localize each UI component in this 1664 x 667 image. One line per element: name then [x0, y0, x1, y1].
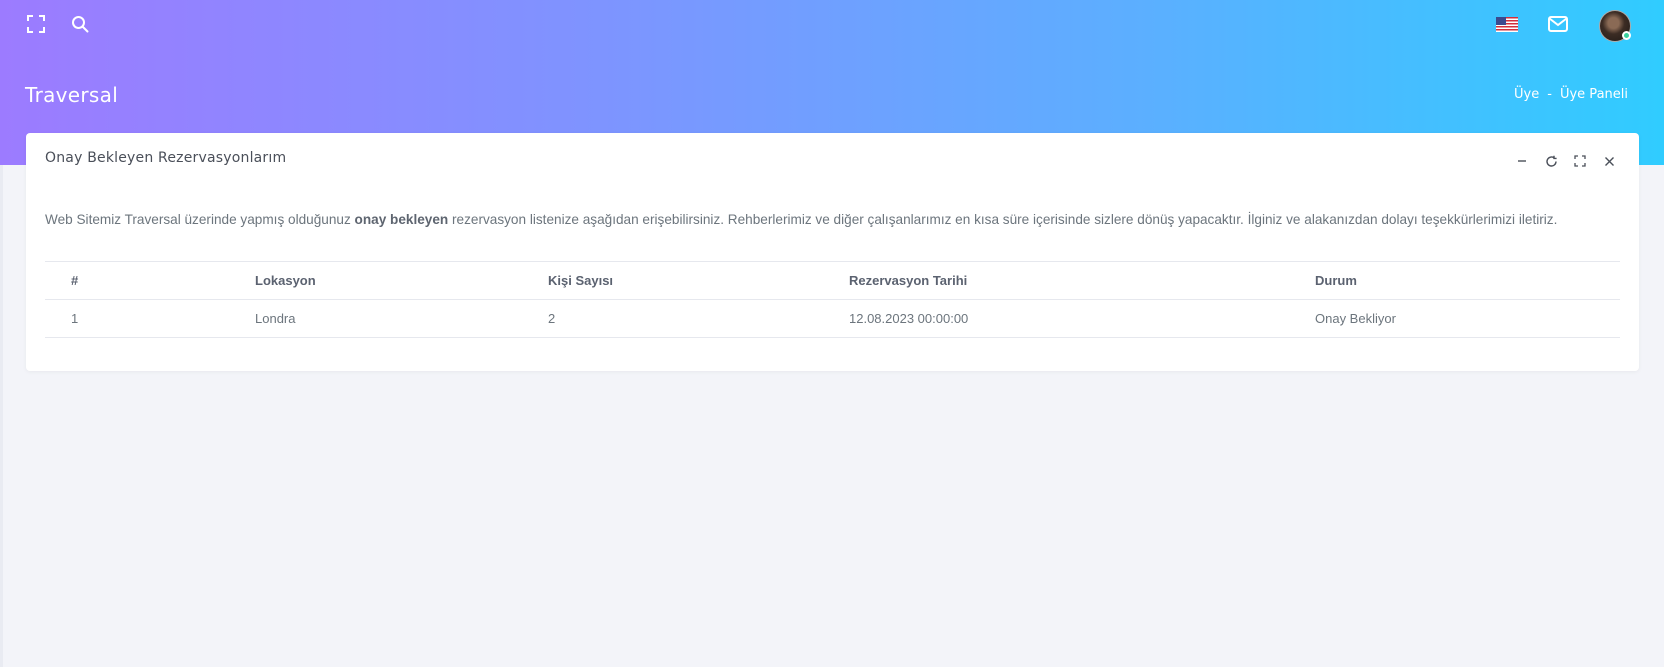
refresh-card-button[interactable] [1543, 153, 1559, 169]
breadcrumb-item-uye-paneli[interactable]: Üye Paneli [1560, 87, 1628, 102]
description-highlight: onay bekleyen [354, 212, 449, 227]
breadcrumb: Üye - Üye Paneli [1514, 87, 1628, 102]
search-button[interactable] [68, 12, 92, 36]
column-header-reservation-date: Rezervasyon Tarihi [823, 261, 1289, 300]
table-header-row: # Lokasyon Kişi Sayısı Rezervasyon Tarih… [45, 261, 1620, 300]
description-text-start: Web Sitemiz Traversal üzerinde yapmış ol… [45, 212, 355, 227]
mail-button[interactable] [1547, 13, 1569, 35]
user-avatar [1599, 10, 1631, 42]
cell-person-count: 2 [522, 299, 823, 338]
mail-icon [1548, 16, 1568, 32]
expand-icon [1574, 155, 1586, 167]
breadcrumb-separator: - [1547, 87, 1552, 102]
table-row: 1 Londra 2 12.08.2023 00:00:00 Onay Bekl… [45, 299, 1620, 338]
us-flag-icon [1496, 16, 1518, 32]
breadcrumb-item-uye[interactable]: Üye [1514, 87, 1539, 102]
expand-card-button[interactable] [1572, 153, 1588, 169]
language-button[interactable] [1496, 16, 1518, 32]
close-card-button[interactable] [1601, 153, 1617, 169]
minimize-icon [1518, 160, 1526, 162]
fullscreen-button[interactable] [24, 12, 48, 36]
description-text-end: rezervasyon listenize aşağıdan erişebili… [448, 212, 1558, 227]
cell-location: Londra [229, 299, 522, 338]
cell-reservation-date: 12.08.2023 00:00:00 [823, 299, 1289, 338]
cell-index: 1 [45, 299, 229, 338]
column-header-index: # [45, 261, 229, 300]
fullscreen-icon [27, 15, 45, 33]
user-avatar-button[interactable] [1599, 10, 1631, 42]
card-tools [1514, 153, 1617, 169]
reservations-card: Onay Bekleyen Rezervasyonlarım Web Sitem… [26, 133, 1639, 371]
card-title: Onay Bekleyen Rezervasyonlarım [45, 150, 287, 166]
card-description: Web Sitemiz Traversal üzerinde yapmış ol… [45, 209, 1620, 231]
online-status-icon [1622, 31, 1631, 40]
column-header-location: Lokasyon [229, 261, 522, 300]
page-title: Traversal [25, 83, 119, 107]
search-icon [72, 16, 89, 33]
minimize-card-button[interactable] [1514, 153, 1530, 169]
refresh-icon [1545, 155, 1557, 167]
reservations-table: # Lokasyon Kişi Sayısı Rezervasyon Tarih… [45, 261, 1620, 338]
cell-status: Onay Bekliyor [1289, 299, 1620, 338]
close-icon [1604, 156, 1614, 166]
column-header-person-count: Kişi Sayısı [522, 261, 823, 300]
top-navbar [0, 0, 1664, 50]
column-header-status: Durum [1289, 261, 1620, 300]
